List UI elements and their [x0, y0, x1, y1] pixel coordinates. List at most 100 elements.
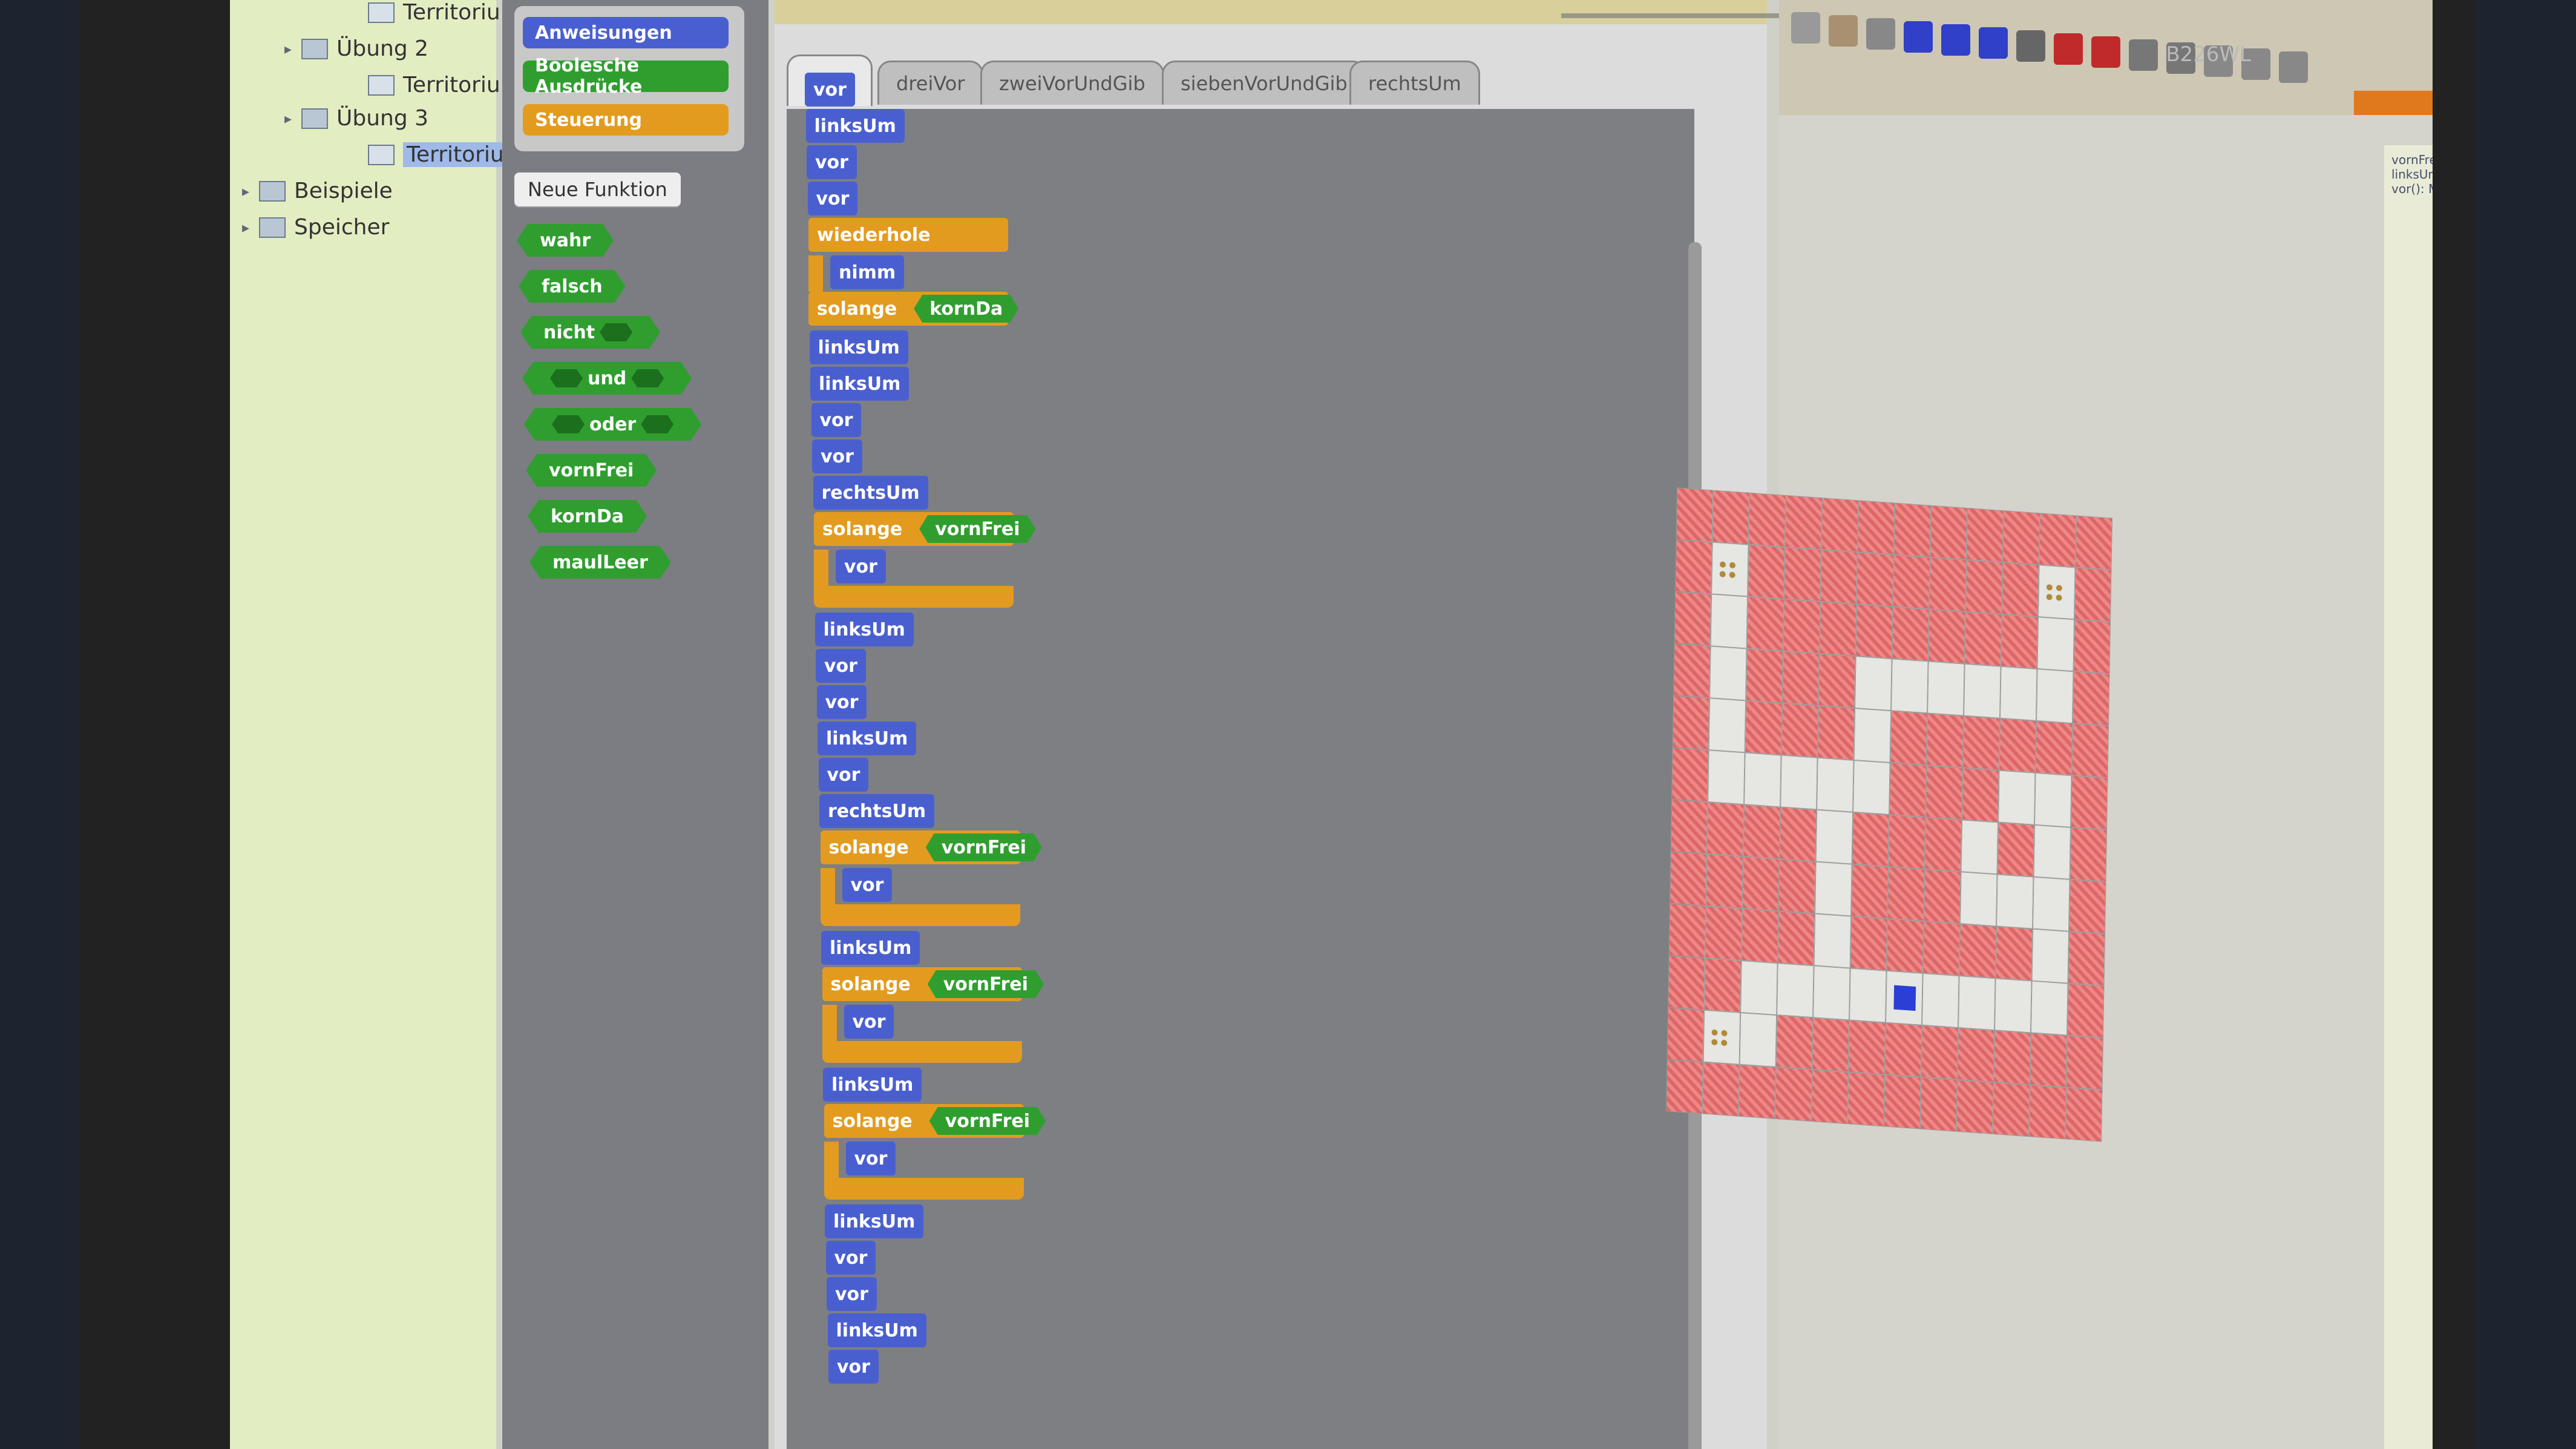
category-boolesche-ausdrücke[interactable]: Boolesche Ausdrücke	[523, 55, 729, 97]
category-steuerung[interactable]: Steuerung	[523, 104, 729, 136]
free-cell[interactable]	[1891, 659, 1929, 714]
command-block[interactable]: vor	[818, 758, 869, 792]
wall-cell[interactable]	[1956, 1079, 1994, 1135]
wall-cell[interactable]	[1929, 557, 1967, 612]
wall-cell[interactable]	[1962, 715, 2001, 770]
wall-cell[interactable]	[1670, 851, 1707, 906]
free-cell[interactable]	[1711, 542, 1749, 597]
command-block[interactable]: vor	[842, 868, 893, 902]
free-cell[interactable]	[1708, 698, 1746, 753]
palette-block-falsch[interactable]: falsch	[519, 270, 626, 303]
expand-arrow-icon[interactable]: ▸	[242, 183, 253, 200]
wall-cell[interactable]	[1817, 705, 1855, 760]
free-cell[interactable]	[1853, 708, 1892, 763]
tree-item[interactable]: Territorium	[351, 0, 522, 25]
loop-block[interactable]: solange vornFrei	[822, 967, 1022, 1001]
command-block[interactable]: linksUm	[809, 330, 908, 364]
command-block[interactable]: nimm	[830, 255, 905, 289]
free-cell[interactable]	[1780, 755, 1818, 810]
tree-item[interactable]: ▸ Beispiele	[242, 179, 393, 203]
wall-cell[interactable]	[1742, 856, 1780, 912]
wall-cell[interactable]	[1993, 1030, 2031, 1085]
free-cell[interactable]	[2038, 565, 2076, 620]
free-cell[interactable]	[2033, 824, 2071, 879]
wall-cell[interactable]	[1667, 1007, 1705, 1062]
wall-cell[interactable]	[1775, 1066, 1812, 1122]
free-cell[interactable]	[1709, 646, 1747, 701]
command-block[interactable]: vor	[845, 1142, 896, 1175]
command-block[interactable]: vor	[807, 145, 857, 179]
free-cell[interactable]	[1886, 970, 1923, 1025]
toolbar-button-icon[interactable]	[1979, 27, 2008, 59]
toolbar-button-icon[interactable]	[2016, 30, 2045, 62]
wall-cell[interactable]	[1782, 651, 1820, 706]
wall-cell[interactable]	[1884, 1074, 1921, 1129]
free-cell[interactable]	[1744, 752, 1781, 807]
free-cell[interactable]	[2031, 981, 2068, 1036]
wall-cell[interactable]	[1778, 859, 1816, 914]
wall-cell[interactable]	[1890, 711, 1928, 766]
wall-cell[interactable]	[1706, 853, 1743, 909]
command-block[interactable]: linksUm	[805, 109, 905, 143]
wall-cell[interactable]	[1857, 552, 1894, 607]
free-cell[interactable]	[1739, 1012, 1777, 1067]
free-cell[interactable]	[1849, 968, 1887, 1023]
wall-cell[interactable]	[1930, 505, 1968, 560]
wall-cell[interactable]	[1893, 554, 1930, 610]
wall-cell[interactable]	[1886, 918, 1924, 973]
wall-cell[interactable]	[1820, 550, 1858, 605]
expand-arrow-icon[interactable]: ▸	[242, 219, 253, 236]
wall-cell[interactable]	[1785, 494, 1823, 550]
wall-cell[interactable]	[2073, 671, 2110, 726]
toolbar-button-icon[interactable]	[1791, 12, 1820, 44]
free-cell[interactable]	[2000, 666, 2037, 721]
wall-cell[interactable]	[1893, 502, 1932, 557]
free-cell[interactable]	[1855, 656, 1892, 711]
command-block[interactable]: vor	[816, 685, 867, 719]
wall-cell[interactable]	[1850, 916, 1888, 971]
wall-cell[interactable]	[1668, 955, 1705, 1010]
wall-cell[interactable]	[1957, 1028, 1995, 1083]
free-cell[interactable]	[1817, 757, 1854, 812]
wall-cell[interactable]	[1821, 498, 1859, 553]
command-block[interactable]: linksUm	[810, 367, 909, 401]
command-block[interactable]: vor	[825, 1241, 876, 1275]
free-cell[interactable]	[1998, 770, 2036, 825]
wall-cell[interactable]	[1959, 924, 1997, 979]
palette-block-und[interactable]: und	[522, 362, 692, 395]
command-block[interactable]: rechtsUm	[819, 794, 935, 828]
wall-cell[interactable]	[2002, 562, 2039, 617]
wall-cell[interactable]	[2070, 827, 2108, 882]
wall-cell[interactable]	[1748, 544, 1785, 599]
wall-cell[interactable]	[1852, 812, 1890, 867]
tab-rechtsum[interactable]: rechtsUm	[1349, 61, 1480, 105]
free-cell[interactable]	[1853, 760, 1890, 815]
wall-cell[interactable]	[1670, 799, 1708, 854]
wall-cell[interactable]	[1811, 1070, 1849, 1125]
wall-cell[interactable]	[1999, 718, 2037, 773]
wall-cell[interactable]	[1745, 700, 1783, 755]
wall-cell[interactable]	[1671, 747, 1709, 803]
free-cell[interactable]	[1994, 978, 2032, 1033]
wall-cell[interactable]	[2066, 1035, 2104, 1090]
wall-cell[interactable]	[1921, 1025, 1959, 1080]
wall-cell[interactable]	[1741, 908, 1779, 964]
wall-cell[interactable]	[1966, 507, 2004, 563]
command-block[interactable]: linksUm	[823, 1068, 922, 1102]
wall-cell[interactable]	[2071, 723, 2109, 778]
wall-cell[interactable]	[1712, 490, 1750, 545]
command-block[interactable]: linksUm	[827, 1313, 926, 1347]
wall-cell[interactable]	[1743, 804, 1781, 859]
wall-cell[interactable]	[2067, 983, 2105, 1038]
wall-cell[interactable]	[1666, 1059, 1703, 1114]
free-cell[interactable]	[1740, 960, 1778, 1016]
palette-block-maulleer[interactable]: maulLeer	[529, 546, 671, 579]
free-cell[interactable]	[1815, 809, 1853, 864]
free-cell[interactable]	[1815, 861, 1852, 916]
loop-block[interactable]: solange vornFrei	[814, 512, 1014, 546]
toolbar-button-icon[interactable]	[2091, 36, 2120, 68]
wall-cell[interactable]	[2029, 1085, 2066, 1140]
loop-block[interactable]: solange vornFrei	[820, 830, 1020, 864]
command-block[interactable]: vor	[805, 73, 855, 107]
territory-grid[interactable]	[1666, 487, 2113, 1146]
